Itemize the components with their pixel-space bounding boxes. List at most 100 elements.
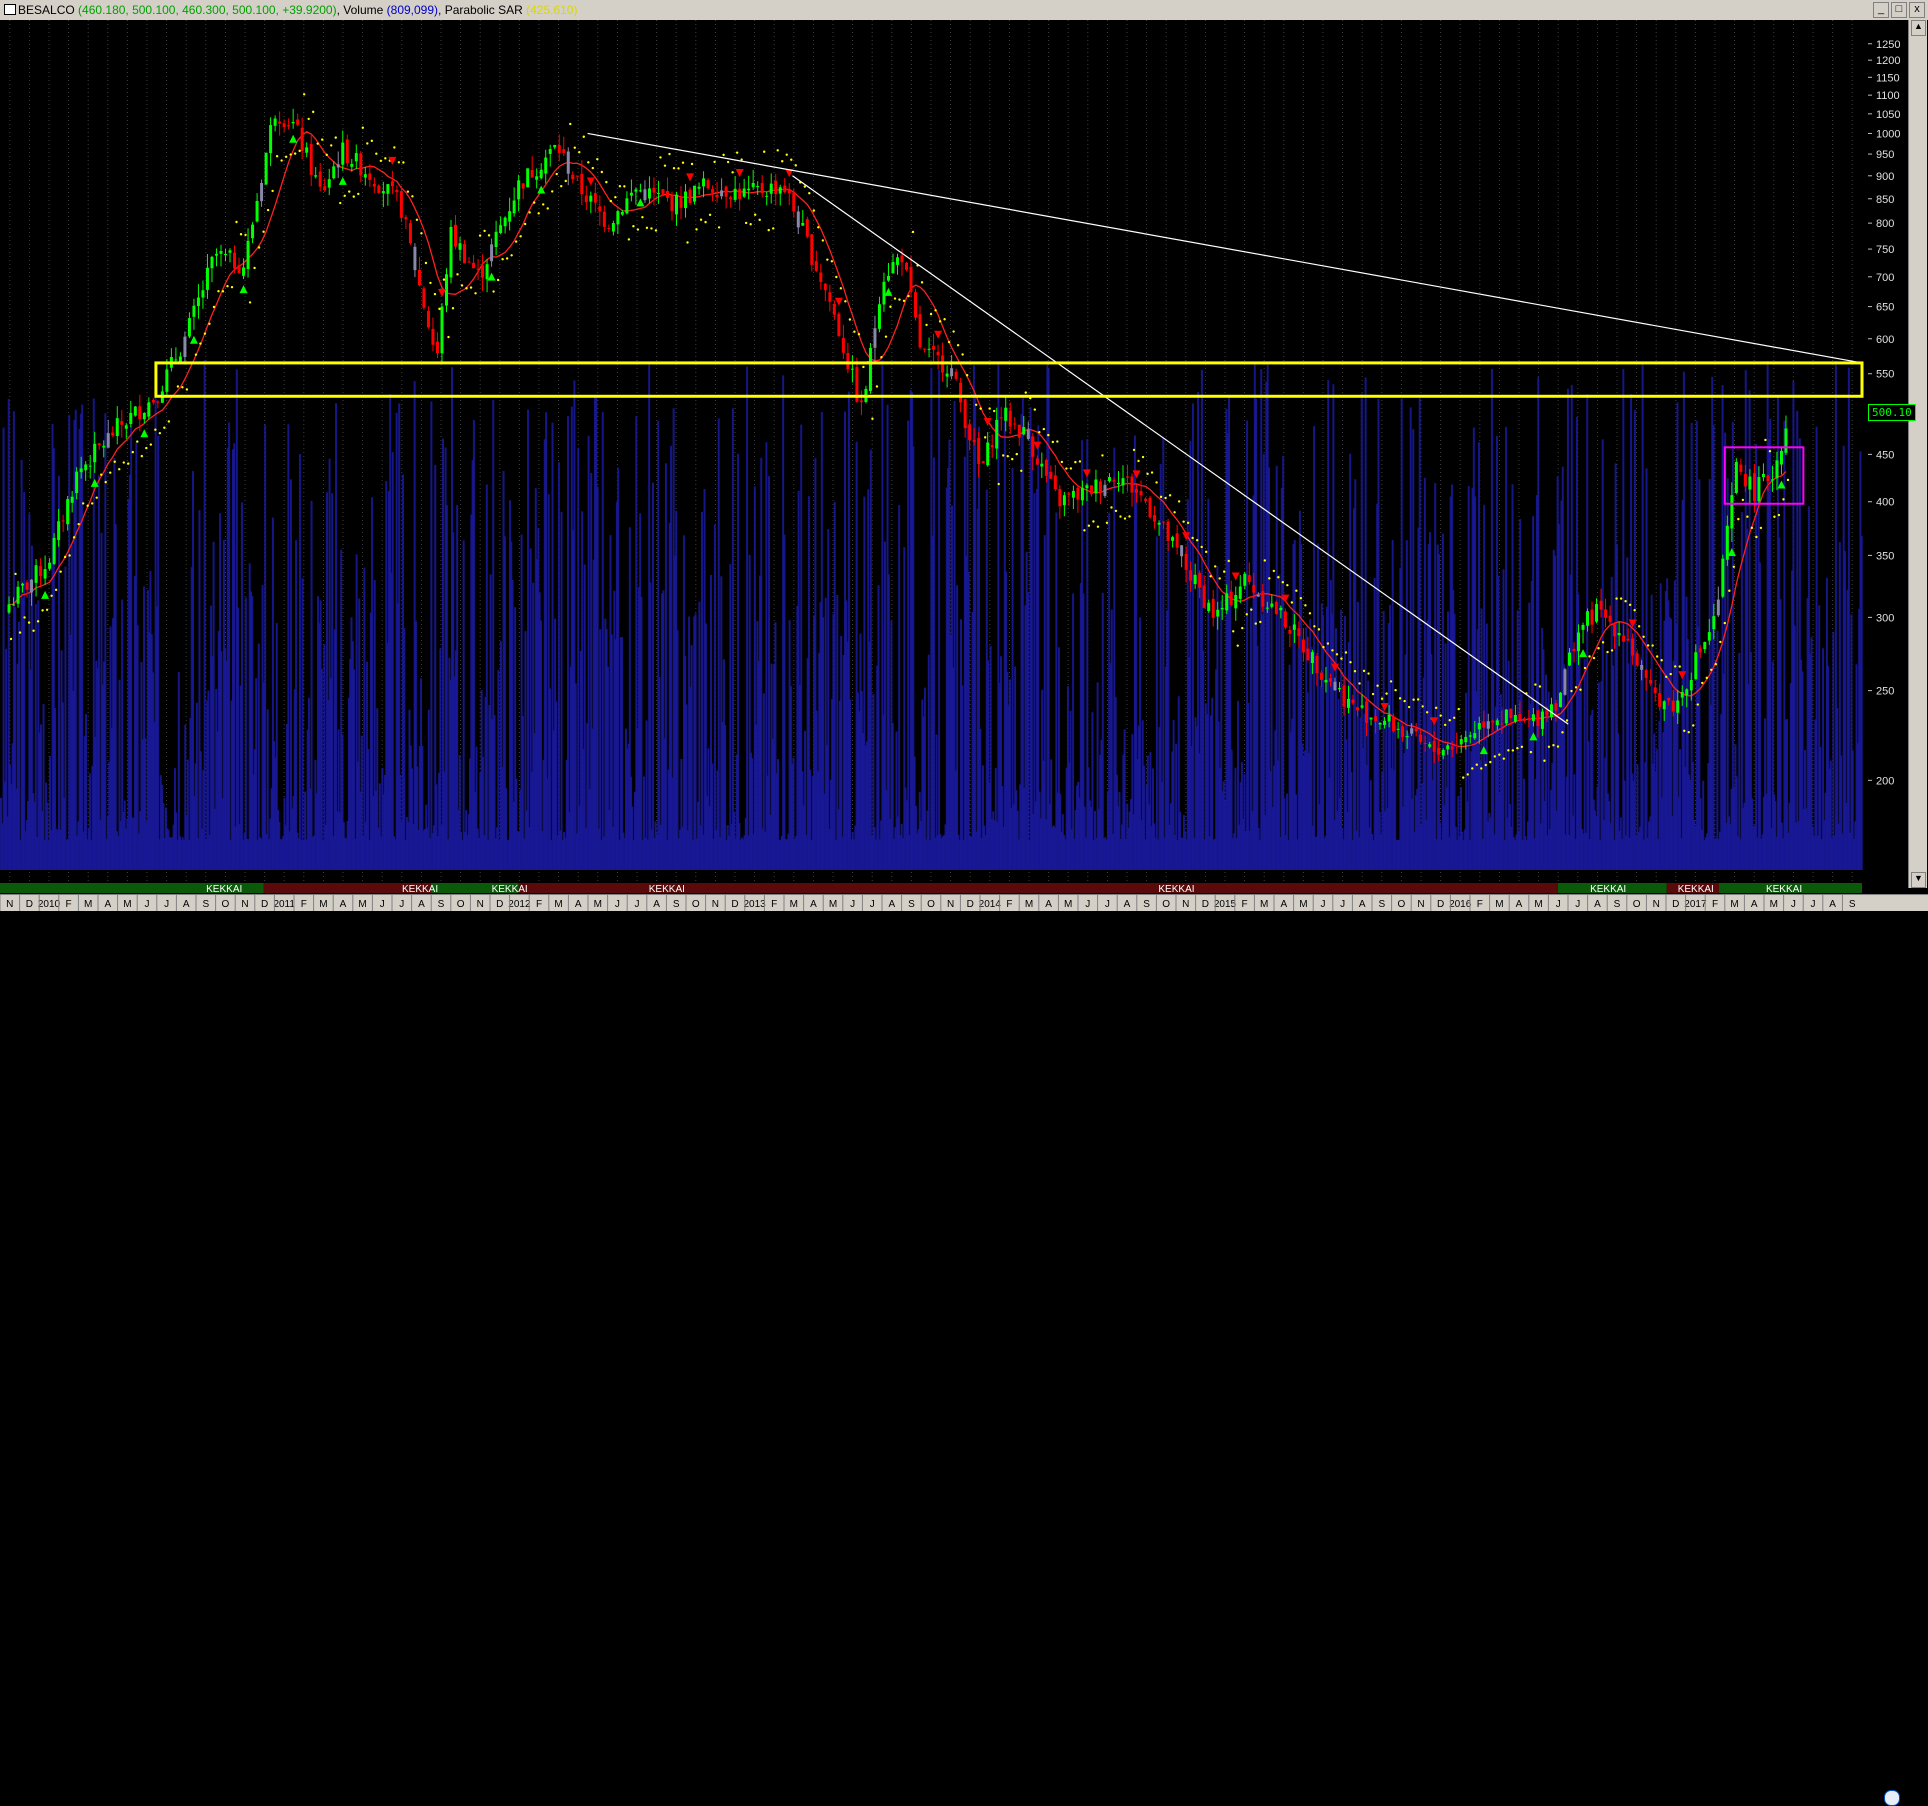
sar-dot <box>194 353 198 356</box>
date-axis-label: J <box>635 899 640 910</box>
sar-value: (425.610) <box>526 3 578 17</box>
candle-body <box>332 166 336 179</box>
sar-dot <box>501 258 504 261</box>
chart-settings-icon[interactable] <box>1884 1790 1900 1806</box>
candle-body <box>300 127 304 151</box>
volume-bar <box>114 524 117 870</box>
sar-dot <box>1466 773 1469 776</box>
sar-dot <box>686 241 689 244</box>
candle-body <box>1256 594 1260 597</box>
candle-body <box>1694 652 1698 680</box>
sar-dot <box>18 631 22 634</box>
maximize-button[interactable]: □ <box>1891 2 1907 18</box>
candle-body <box>1405 736 1409 738</box>
sar-dot <box>947 340 951 344</box>
sar-dot <box>1534 683 1537 686</box>
sar-dot <box>1083 529 1086 532</box>
signal-label: KEKKAI <box>649 884 685 894</box>
candle-body <box>156 401 160 403</box>
date-axis-label: J <box>870 899 875 910</box>
date-axis-label: A <box>340 899 347 910</box>
candle-body <box>1103 484 1107 496</box>
vertical-scrollbar[interactable]: ▲ ▼ <box>1908 20 1927 888</box>
sar-dot <box>1322 645 1325 649</box>
sar-dot <box>1628 603 1632 607</box>
scroll-down-icon[interactable]: ▼ <box>1911 872 1926 888</box>
candle-body <box>914 292 918 318</box>
candle-body <box>841 338 845 353</box>
sar-dot <box>1286 583 1289 587</box>
sar-dot <box>1777 513 1781 517</box>
sar-dot <box>1385 692 1388 695</box>
sar-dot <box>519 235 522 238</box>
sar-dot <box>1367 672 1370 675</box>
candle-body <box>1468 735 1472 737</box>
date-axis-label: M <box>1025 899 1033 910</box>
candle-body <box>1094 479 1098 494</box>
date-axis-label: F <box>1712 899 1718 910</box>
sar-dot <box>555 172 558 176</box>
sar-dot <box>1592 656 1596 660</box>
sar-dot <box>1624 599 1627 603</box>
sar-dot <box>956 344 960 347</box>
price-chart[interactable] <box>0 20 1868 882</box>
date-axis-label: J <box>380 899 385 910</box>
sar-dot <box>77 522 80 526</box>
candle-body <box>426 310 430 328</box>
candle-body <box>954 371 958 379</box>
sar-dot <box>726 160 730 164</box>
candle-body <box>1459 739 1463 745</box>
sar-dot <box>1755 535 1758 539</box>
date-axis-label: M <box>594 899 602 910</box>
candle-body <box>1577 632 1581 652</box>
sar-dot <box>447 335 450 339</box>
date-axis-label: A <box>653 899 660 910</box>
sar-dot <box>293 152 297 155</box>
candle-body <box>201 290 205 298</box>
sar-dot <box>1561 731 1564 734</box>
sar-dot <box>199 342 202 345</box>
sar-dot <box>41 609 44 612</box>
minimize-button[interactable]: _ <box>1873 2 1889 18</box>
candle-body <box>1761 473 1765 478</box>
price-axis-label: 300 <box>1876 612 1894 624</box>
volume-bar <box>1716 630 1719 870</box>
sar-dot <box>528 211 531 214</box>
candle-body <box>756 186 760 188</box>
signal-label: KEKKAI <box>1766 884 1802 894</box>
sar-dot <box>361 126 365 129</box>
candle-body <box>1148 497 1152 518</box>
sar-dot <box>1371 692 1375 696</box>
candle-body <box>106 433 110 448</box>
candle-body <box>1531 714 1535 721</box>
sar-dot <box>1119 515 1122 518</box>
sar-dot <box>1087 524 1091 527</box>
candle-body <box>142 412 146 420</box>
sar-dot <box>1723 621 1727 625</box>
candle-body <box>837 313 841 337</box>
sar-dot <box>140 454 144 458</box>
candle-body <box>368 173 372 180</box>
close-button[interactable]: x <box>1909 2 1925 18</box>
candle-body <box>720 190 724 197</box>
candle-body <box>526 168 530 188</box>
volume-bar <box>1354 479 1357 870</box>
price-axis-label: 1250 <box>1876 39 1900 51</box>
signal-label: KEKKAI <box>1678 884 1714 894</box>
candle-body <box>111 432 115 436</box>
candle-body <box>75 471 79 494</box>
date-axis-bar: N D 2010 F M A M J J A S O N D 2011 F M A M J J A S O N D 2012 F M A M… <box>0 894 1928 1806</box>
sar-dot <box>1741 498 1745 502</box>
candle-body <box>918 314 922 348</box>
sar-dot <box>54 588 58 592</box>
date-axis-label: J <box>399 899 404 910</box>
candle-body <box>377 185 381 193</box>
volume-bar <box>717 418 720 870</box>
volume-bar <box>301 578 304 870</box>
sar-dot <box>1349 661 1352 664</box>
sar-dot <box>1651 644 1654 647</box>
candle-body <box>472 262 476 269</box>
scroll-up-icon[interactable]: ▲ <box>1911 20 1926 36</box>
sar-dot <box>235 220 238 224</box>
sar-dot <box>343 194 346 197</box>
